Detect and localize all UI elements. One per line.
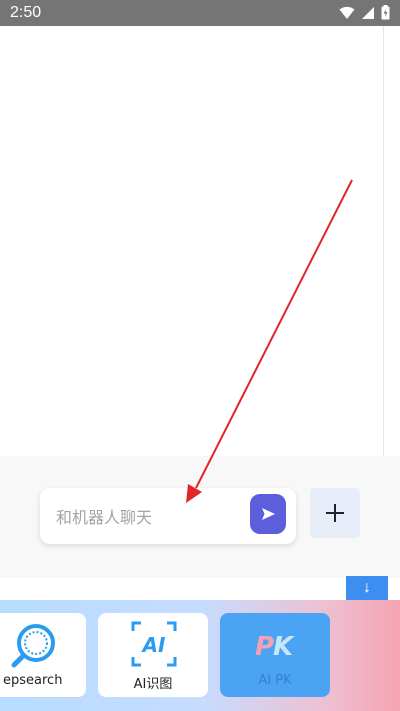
- tool-card-ai-pk[interactable]: P K AI PK: [220, 613, 330, 697]
- tool-card-deepsearch[interactable]: epsearch: [0, 613, 86, 697]
- add-button[interactable]: [310, 488, 360, 538]
- tool-label-ai-recognize: AI识图: [133, 677, 173, 692]
- wifi-icon: [339, 6, 355, 19]
- arrow-down-icon: ↓: [363, 579, 371, 596]
- scrollbar-track: [383, 26, 384, 456]
- tools-bar[interactable]: epsearch AI AI识图 P K AI PK: [0, 600, 400, 711]
- tool-label-deepsearch: epsearch: [3, 673, 63, 688]
- svg-text:AI: AI: [141, 633, 166, 657]
- status-bar: 2:50: [0, 0, 400, 26]
- svg-text:K: K: [273, 632, 295, 661]
- ai-pk-icon: P K: [255, 632, 295, 661]
- send-icon: [262, 508, 275, 520]
- tool-card-ai-recognize[interactable]: AI AI识图: [98, 613, 208, 697]
- chat-history-area[interactable]: [0, 26, 400, 456]
- tool-label-ai-pk: AI PK: [258, 673, 292, 688]
- svg-text:P: P: [255, 632, 274, 661]
- chat-input[interactable]: [54, 488, 248, 546]
- ai-recognize-icon: AI: [131, 621, 177, 667]
- send-button[interactable]: [250, 494, 286, 534]
- deepsearch-icon: [11, 624, 55, 668]
- scroll-down-button[interactable]: ↓: [346, 576, 388, 600]
- status-icons: [339, 5, 390, 20]
- signal-icon: [362, 6, 374, 19]
- plus-icon: [326, 504, 344, 522]
- chat-input-card: [40, 488, 296, 546]
- battery-icon: [381, 5, 390, 20]
- status-time: 2:50: [10, 4, 42, 21]
